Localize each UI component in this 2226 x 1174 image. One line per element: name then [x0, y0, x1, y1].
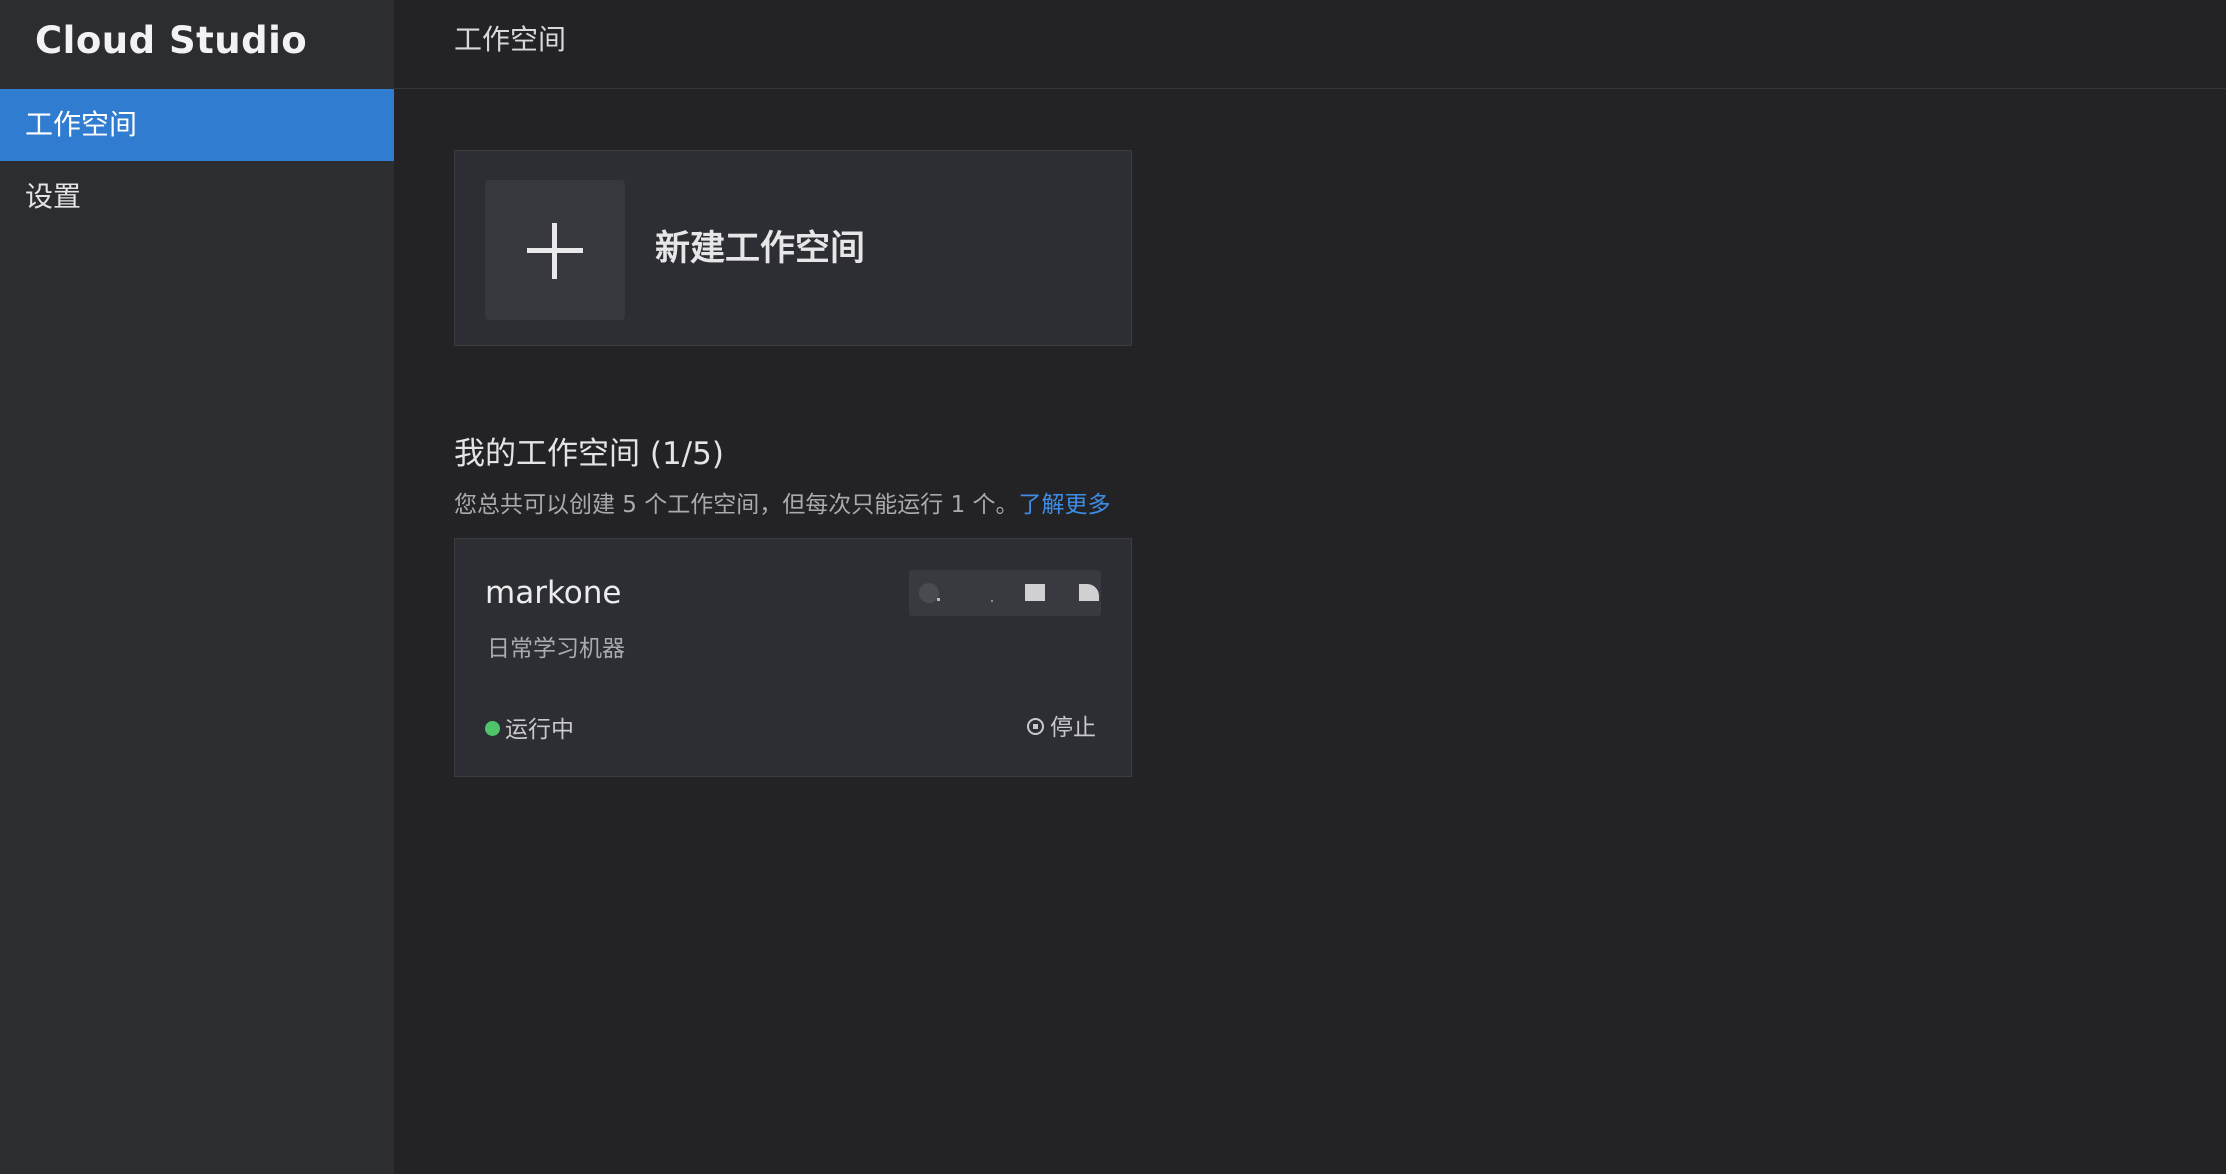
workspaces-section-description: 您总共可以创建 5 个工作空间，但每次只能运行 1 个。了解更多 [454, 485, 1111, 519]
workspace-action-icon[interactable] [915, 570, 955, 616]
new-workspace-label: 新建工作空间 [655, 229, 866, 269]
status-label: 运行中 [505, 717, 574, 743]
workspace-actions-toolbar [909, 570, 1101, 616]
main-content: 工作空间 新建工作空间 我的工作空间 (1/5) 您总共可以创建 5 个工作空间… [394, 0, 2226, 1174]
sidebar: Cloud Studio 工作空间 设置 [0, 0, 395, 1174]
workspaces-section-title: 我的工作空间 (1/5) [454, 436, 724, 472]
stop-icon [1027, 718, 1044, 735]
sidebar-item-label: 设置 [25, 180, 82, 213]
new-workspace-button[interactable]: 新建工作空间 [454, 150, 1132, 346]
sidebar-item-settings[interactable]: 设置 [0, 161, 394, 233]
square-icon[interactable] [1015, 570, 1055, 616]
status-badge: 运行中 [485, 715, 574, 745]
app-root: Cloud Studio 工作空间 设置 工作空间 新建工作空间 我的工作空间 … [0, 0, 2226, 1174]
learn-more-link[interactable]: 了解更多 [1019, 492, 1111, 518]
pie-icon[interactable] [1059, 570, 1099, 616]
workspace-action-icon[interactable] [985, 570, 1015, 616]
workspace-name: markone [485, 575, 622, 611]
workspace-description: 日常学习机器 [487, 636, 625, 662]
sidebar-item-label: 工作空间 [25, 108, 138, 141]
brand-logo: Cloud Studio [35, 19, 308, 62]
running-dot-icon [485, 721, 500, 736]
stop-label: 停止 [1050, 715, 1096, 741]
workspaces-limit-text: 您总共可以创建 5 个工作空间，但每次只能运行 1 个。 [454, 492, 1019, 518]
plus-icon [485, 180, 625, 320]
page-title: 工作空间 [454, 23, 567, 56]
stop-button[interactable]: 停止 [1027, 713, 1096, 743]
page-header: 工作空间 [394, 0, 2226, 89]
sidebar-item-workspaces[interactable]: 工作空间 [0, 89, 394, 161]
workspace-card[interactable]: markone 日常学习机器 运行中 停止 [454, 538, 1132, 777]
